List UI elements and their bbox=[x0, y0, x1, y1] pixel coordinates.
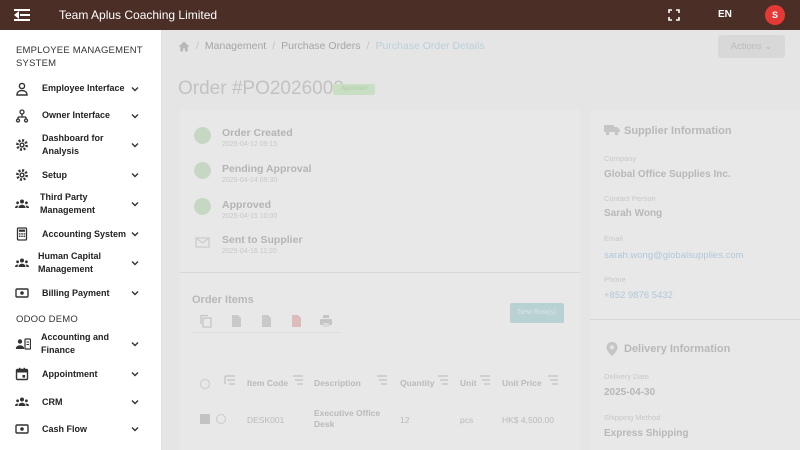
sidebar-item-crm[interactable]: CRM bbox=[0, 393, 162, 411]
sidebar-item-label: Billing Payment bbox=[42, 288, 110, 298]
person-icon bbox=[16, 82, 28, 96]
sidebar-item-label: Employee Interface bbox=[42, 83, 125, 93]
chevron-down-icon bbox=[131, 87, 139, 92]
calculator-icon bbox=[16, 227, 28, 241]
sidebar-section-title: ODOO DEMO bbox=[16, 314, 78, 325]
sidebar-item-label: CRM bbox=[42, 397, 63, 407]
fullscreen-icon[interactable] bbox=[668, 9, 680, 21]
calendar-icon bbox=[15, 367, 29, 381]
sidebar-item-appointment[interactable]: Appointment bbox=[0, 365, 162, 383]
payment-icon bbox=[15, 288, 29, 298]
gear-icon bbox=[16, 139, 28, 151]
sidebar-item-label: Setup bbox=[42, 170, 68, 180]
chevron-down-icon bbox=[131, 291, 139, 296]
chevron-down-icon bbox=[131, 342, 139, 347]
payment-icon bbox=[15, 424, 29, 434]
chevron-down-icon bbox=[131, 173, 139, 178]
sidebar-item-label: Third Party Management bbox=[40, 192, 96, 215]
chevron-down-icon bbox=[131, 261, 139, 266]
sidebar-item-label: Human Capital Management bbox=[38, 251, 102, 274]
sidebar: EMPLOYEE MANAGEMENT SYSTEM Employee Inte… bbox=[0, 30, 162, 450]
menu-collapse-icon[interactable] bbox=[14, 8, 30, 22]
sidebar-item-third-party-management[interactable]: Third Party Management bbox=[0, 190, 162, 218]
sidebar-item-label: Accounting and Finance bbox=[41, 332, 109, 355]
chevron-down-icon bbox=[131, 400, 139, 405]
contacts-icon bbox=[15, 338, 31, 350]
chevron-down-icon bbox=[131, 232, 139, 237]
sidebar-item-billing-payment[interactable]: Billing Payment bbox=[0, 284, 162, 302]
chevron-down-icon bbox=[131, 143, 139, 148]
gear-icon bbox=[16, 169, 28, 181]
group-icon bbox=[15, 199, 29, 208]
chevron-down-icon bbox=[131, 202, 139, 207]
group-icon bbox=[15, 397, 29, 406]
avatar[interactable]: S bbox=[765, 5, 785, 25]
group-icon bbox=[15, 258, 29, 267]
modal-backdrop[interactable] bbox=[162, 30, 800, 450]
chevron-down-icon bbox=[131, 372, 139, 377]
sidebar-item-setup[interactable]: Setup bbox=[0, 166, 162, 184]
sidebar-item-employee-interface[interactable]: Employee Interface bbox=[0, 80, 162, 98]
sidebar-item-owner-interface[interactable]: Owner Interface bbox=[0, 107, 162, 125]
sidebar-section-title: EMPLOYEE MANAGEMENT SYSTEM bbox=[16, 45, 143, 69]
sidebar-item-label: Cash Flow bbox=[42, 424, 88, 434]
org-chart-icon bbox=[15, 109, 29, 123]
sidebar-item-accounting-and-finance[interactable]: Accounting and Finance bbox=[0, 330, 162, 358]
language-switcher[interactable]: EN bbox=[718, 9, 732, 20]
sidebar-item-label: Appointment bbox=[42, 369, 98, 379]
sidebar-item-dashboard-for-analysis[interactable]: Dashboard for Analysis bbox=[0, 131, 162, 159]
app-title: Team Aplus Coaching Limited bbox=[59, 8, 218, 22]
sidebar-item-label: Accounting System bbox=[42, 229, 127, 239]
sidebar-item-cash-flow[interactable]: Cash Flow bbox=[0, 420, 162, 438]
sidebar-item-label: Dashboard for Analysis bbox=[42, 133, 104, 156]
chevron-down-icon bbox=[131, 114, 139, 119]
sidebar-item-accounting-system[interactable]: Accounting System bbox=[0, 225, 162, 243]
top-bar: Team Aplus Coaching Limited EN S bbox=[0, 0, 800, 30]
chevron-down-icon bbox=[131, 427, 139, 432]
sidebar-item-human-capital-management[interactable]: Human Capital Management bbox=[0, 249, 162, 277]
sidebar-item-label: Owner Interface bbox=[42, 110, 111, 120]
